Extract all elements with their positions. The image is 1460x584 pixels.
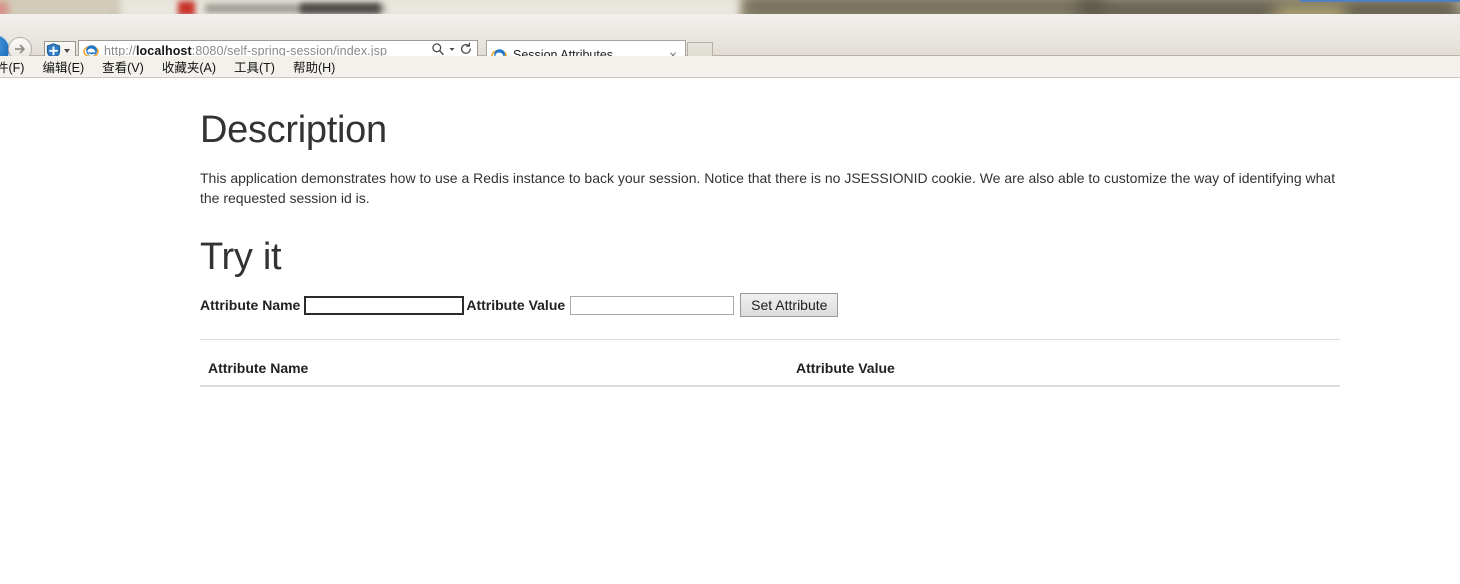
column-header-attribute-value: Attribute Value	[788, 352, 1340, 387]
menu-item-tools[interactable]: 工具(T)	[225, 57, 284, 76]
content-container: Description This application demonstrate…	[200, 79, 1340, 387]
set-attribute-form: Attribute Name Attribute Value Set Attri…	[200, 293, 1340, 317]
background-window-text-blur-2	[300, 3, 380, 14]
table-header-row: Attribute Name Attribute Value	[200, 352, 1340, 387]
menu-item-view[interactable]: 查看(V)	[93, 57, 153, 76]
menu-item-edit[interactable]: 编辑(E)	[33, 57, 93, 76]
background-window-edge	[1300, 0, 1460, 2]
description-paragraph: This application demonstrates how to use…	[200, 170, 1336, 206]
set-attribute-button[interactable]: Set Attribute	[740, 293, 839, 317]
menu-item-help[interactable]: 帮助(H)	[284, 57, 344, 76]
section-divider	[200, 339, 1340, 340]
attributes-table: Attribute Name Attribute Value	[200, 352, 1340, 387]
page-title-try-it: Try it	[200, 236, 282, 278]
attribute-name-input[interactable]	[304, 295, 465, 315]
attributes-table-head: Attribute Name Attribute Value	[200, 352, 1340, 387]
menu-item-file[interactable]: 件(F)	[0, 57, 33, 76]
page-title-description: Description	[200, 109, 387, 151]
attribute-value-label: Attribute Value	[466, 297, 566, 313]
menu-bar: 件(F) 编辑(E) 查看(V) 收藏夹(A) 工具(T) 帮助(H)	[0, 56, 1460, 78]
attribute-name-label: Attribute Name	[200, 297, 301, 313]
menu-item-favorites[interactable]: 收藏夹(A)	[153, 57, 225, 76]
browser-toolbar: http://localhost:8080/self-spring-sessio…	[0, 14, 1460, 69]
attribute-value-input[interactable]	[570, 295, 735, 315]
chevron-down-icon	[64, 48, 70, 53]
page-content: Description This application demonstrate…	[0, 79, 1460, 584]
column-header-attribute-name: Attribute Name	[200, 352, 788, 387]
